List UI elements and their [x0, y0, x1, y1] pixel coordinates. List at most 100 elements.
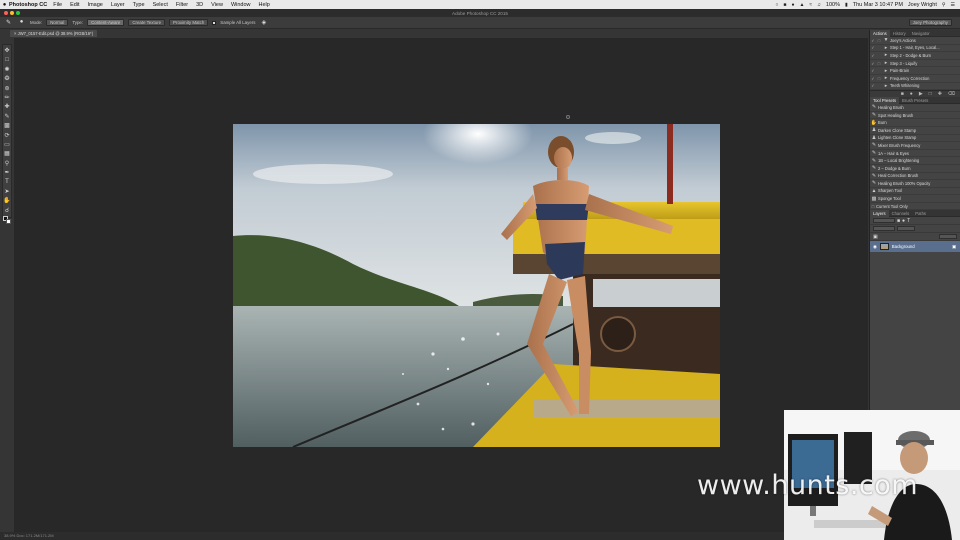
layer-kind-select[interactable]	[873, 218, 895, 224]
preset-row[interactable]: ✎ Mixer Brush Frequency	[870, 142, 960, 150]
action-row[interactable]: ✓ □ ▸ Frequency Correction	[870, 75, 960, 83]
status-icon[interactable]: ■	[783, 2, 786, 8]
zoom-icon[interactable]	[16, 11, 20, 15]
crop-tool-icon[interactable]: ⊛	[3, 85, 11, 93]
brush-tool-icon[interactable]: ✎	[3, 113, 11, 121]
menu-view[interactable]: View	[211, 2, 223, 8]
check-icon[interactable]: ✓	[870, 83, 876, 88]
filter-icon[interactable]: T	[907, 218, 910, 224]
status-icon[interactable]: ▲	[799, 2, 804, 8]
action-row[interactable]: ✓ ▸ Step 1 - Hair, Eyes, Local...	[870, 45, 960, 53]
lock-icon[interactable]: ▣	[873, 234, 878, 240]
menu-edit[interactable]: Edit	[70, 2, 79, 8]
action-set-row[interactable]: ✓ □ ▼ Joey's Actions	[870, 37, 960, 45]
trash-icon[interactable]: ⌫	[948, 91, 955, 97]
clone-stamp-tool-icon[interactable]: ▩	[3, 122, 11, 130]
preset-row[interactable]: ♟ Lighten Clone Stamp	[870, 135, 960, 143]
menu-window[interactable]: Window	[231, 2, 251, 8]
search-icon[interactable]: ⚲	[942, 2, 946, 8]
check-icon[interactable]: ✓	[870, 68, 876, 73]
tab-brush-presets[interactable]: Brush Presets	[899, 98, 931, 103]
minimize-icon[interactable]	[10, 11, 14, 15]
expand-icon[interactable]: ▸	[882, 83, 890, 89]
preset-row[interactable]: ✎ 1B – Local Brightening	[870, 157, 960, 165]
app-menu[interactable]: Photoshop CC	[9, 2, 47, 8]
create-texture-button[interactable]: Create Texture	[128, 19, 166, 26]
tab-layers[interactable]: Layers	[870, 209, 889, 217]
layer-background[interactable]: ◉ Background ▣	[870, 241, 960, 253]
battery-icon[interactable]: ▮	[845, 2, 848, 8]
menu-file[interactable]: File	[53, 2, 62, 8]
preset-row[interactable]: ✎ Spot Healing Brush	[870, 112, 960, 120]
fill-field[interactable]	[939, 234, 957, 240]
history-brush-tool-icon[interactable]: ⟳	[3, 132, 11, 140]
preset-row[interactable]: ✎ Healing Brush	[870, 104, 960, 112]
stop-icon[interactable]: ■	[901, 91, 904, 97]
quick-select-tool-icon[interactable]: ❂	[3, 75, 11, 83]
menu-3d[interactable]: 3D	[196, 2, 203, 8]
clock[interactable]: Thu Mar 3 10:47 PM	[853, 2, 903, 8]
tab-tool-presets[interactable]: Tool Presets	[870, 96, 900, 104]
hand-tool-icon[interactable]: ✋	[3, 197, 11, 205]
eyedropper-tool-icon[interactable]: ✏	[3, 94, 11, 102]
patch-tool-icon[interactable]: ✎	[4, 19, 13, 27]
tab-channels[interactable]: Channels	[889, 211, 913, 216]
tab-actions[interactable]: Actions	[870, 29, 890, 37]
eraser-tool-icon[interactable]: ▭	[3, 141, 11, 149]
sample-all-layers-checkbox[interactable]	[212, 20, 217, 25]
preset-row[interactable]: ▩ Sponge Tool	[870, 195, 960, 203]
mode-select[interactable]: Normal	[46, 19, 69, 26]
user-name[interactable]: Joey Wright	[908, 2, 937, 8]
status-icon[interactable]: ○	[775, 2, 778, 8]
preset-row[interactable]: ✎ Heal Correction Brush	[870, 173, 960, 181]
pressure-icon[interactable]: ◈	[259, 19, 268, 27]
proximity-match-button[interactable]: Proximity Match	[169, 19, 209, 26]
zoom-tool-icon[interactable]: ☌	[3, 207, 11, 215]
menu-select[interactable]: Select	[153, 2, 168, 8]
preset-row[interactable]: ✎ 2 – Dodge & Burn	[870, 165, 960, 173]
new-action-icon[interactable]: ✚	[938, 91, 942, 97]
play-icon[interactable]: ▶	[919, 91, 923, 97]
preset-row[interactable]: ♟ Darken Clone Stamp	[870, 127, 960, 135]
action-row[interactable]: ✓ □ ▸ Step 3 - Liquify	[870, 60, 960, 68]
workspace-select[interactable]: Joey Photography	[908, 19, 952, 26]
menu-list-icon[interactable]: ☰	[951, 2, 955, 8]
status-icon[interactable]: ●	[791, 2, 794, 8]
content-aware-button[interactable]: Content-Aware	[87, 19, 125, 26]
preset-row[interactable]: ✎ 1A – Hair & Eyes	[870, 150, 960, 158]
record-icon[interactable]: ●	[910, 91, 913, 97]
marquee-tool-icon[interactable]: □	[3, 56, 11, 64]
document-image[interactable]	[233, 124, 720, 447]
gradient-tool-icon[interactable]: ▦	[3, 150, 11, 158]
expand-icon[interactable]: ▸	[882, 60, 890, 66]
move-tool-icon[interactable]: ✥	[3, 47, 11, 55]
menu-image[interactable]: Image	[88, 2, 103, 8]
filter-icon[interactable]: ●	[902, 218, 905, 224]
preset-row[interactable]: ✋ Burn	[870, 119, 960, 127]
new-set-icon[interactable]: □	[929, 91, 932, 97]
type-tool-icon[interactable]: T	[3, 178, 11, 186]
expand-icon[interactable]: ▸	[882, 52, 890, 58]
action-row[interactable]: ✓ ▸ Pain-Brain	[870, 67, 960, 75]
close-icon[interactable]	[4, 11, 8, 15]
opacity-field[interactable]	[897, 226, 915, 232]
preset-row[interactable]: ✎ Healing Brush 100% Opacity	[870, 180, 960, 188]
menu-filter[interactable]: Filter	[176, 2, 188, 8]
pen-tool-icon[interactable]: ✒	[3, 169, 11, 177]
volume-icon[interactable]: ♫	[817, 2, 821, 8]
expand-icon[interactable]: ▸	[882, 45, 890, 51]
action-row[interactable]: ✓ ▸ Step 2 - Dodge & Burn	[870, 52, 960, 60]
filter-icon[interactable]: ■	[897, 218, 900, 224]
expand-icon[interactable]: ▸	[882, 75, 890, 81]
action-row[interactable]: ✓ ▸ Teeth Whitening	[870, 83, 960, 91]
check-icon[interactable]: ✓	[870, 53, 876, 58]
menu-type[interactable]: Type	[133, 2, 145, 8]
expand-icon[interactable]: ▸	[882, 68, 890, 74]
blend-mode-select[interactable]	[873, 226, 895, 232]
brush-preset-picker-icon[interactable]: ●	[17, 19, 26, 27]
tab-navigator[interactable]: Navigator	[909, 31, 933, 36]
dodge-tool-icon[interactable]: ⚲	[3, 160, 11, 168]
document-tab[interactable]: × JW7_0157-Edit.psd @ 38.9% (RGB/16*)	[10, 30, 98, 37]
apple-icon[interactable]: ●	[0, 2, 9, 8]
menu-help[interactable]: Help	[259, 2, 270, 8]
